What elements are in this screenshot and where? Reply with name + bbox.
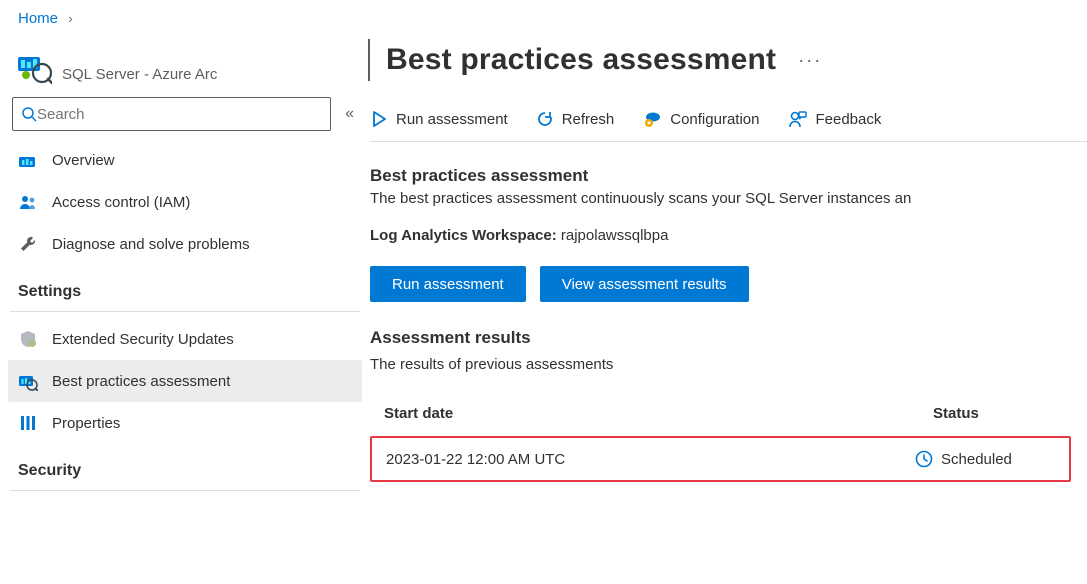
people-icon <box>18 192 38 212</box>
clock-icon <box>915 450 933 468</box>
nav-properties[interactable]: Properties <box>8 402 362 444</box>
page-title: Best practices assessment <box>386 43 776 77</box>
nav-label: Extended Security Updates <box>52 331 234 348</box>
toolbar-feedback[interactable]: Feedback <box>787 109 881 129</box>
breadcrumb-home[interactable]: Home <box>18 10 58 27</box>
toolbar-label: Feedback <box>815 111 881 128</box>
play-icon <box>370 110 388 128</box>
cell-start-date: 2023-01-22 12:00 AM UTC <box>386 451 915 468</box>
sidebar-search[interactable] <box>12 97 331 131</box>
breadcrumb: Home › <box>0 0 1087 31</box>
nav-label: Access control (IAM) <box>52 194 190 211</box>
law-value: rajpolawssqlbpa <box>561 227 669 244</box>
column-status: Status <box>933 405 1073 422</box>
results-description: The results of previous assessments <box>370 356 1087 373</box>
nav-diagnose[interactable]: Diagnose and solve problems <box>8 223 362 265</box>
resource-subtitle: SQL Server - Azure Arc <box>62 66 217 85</box>
properties-icon <box>18 413 38 433</box>
toolbar-label: Configuration <box>670 111 759 128</box>
assessment-icon <box>18 371 38 391</box>
main-panel: Best practices assessment ··· Run assess… <box>370 31 1087 584</box>
nav-access-control[interactable]: Access control (IAM) <box>8 181 362 223</box>
wrench-icon <box>18 234 38 254</box>
results-heading: Assessment results <box>370 328 1087 348</box>
search-input[interactable] <box>37 106 322 123</box>
column-start-date: Start date <box>384 405 933 422</box>
toolbar-run-assessment[interactable]: Run assessment <box>370 110 508 128</box>
sql-server-arc-icon <box>16 49 52 85</box>
section-security: Security <box>8 444 362 486</box>
nav-label: Best practices assessment <box>52 373 230 390</box>
nav-best-practices-assessment[interactable]: Best practices assessment <box>8 360 362 402</box>
toolbar-label: Run assessment <box>396 111 508 128</box>
refresh-icon <box>536 110 554 128</box>
nav-label: Overview <box>52 152 115 169</box>
search-icon <box>21 106 37 122</box>
nav-label: Properties <box>52 415 120 432</box>
chevron-right-icon: › <box>68 11 72 26</box>
resource-header: SQL Server - Azure Arc <box>8 41 362 97</box>
more-actions-button[interactable]: ··· <box>798 50 822 71</box>
log-analytics-workspace: Log Analytics Workspace: rajpolawssqlbpa <box>370 227 1087 244</box>
section-settings: Settings <box>8 265 362 307</box>
gear-cloud-icon <box>642 109 662 129</box>
results-table-header: Start date Status <box>370 399 1087 436</box>
collapse-sidebar-button[interactable]: « <box>341 101 358 127</box>
command-bar: Run assessment Refresh Configuration Fee… <box>370 87 1087 142</box>
results-table-row[interactable]: 2023-01-22 12:00 AM UTC Scheduled <box>370 436 1071 482</box>
nav-extended-security-updates[interactable]: Extended Security Updates <box>8 318 362 360</box>
feedback-icon <box>787 109 807 129</box>
toolbar-configuration[interactable]: Configuration <box>642 109 759 129</box>
toolbar-refresh[interactable]: Refresh <box>536 110 615 128</box>
overview-icon <box>18 150 38 170</box>
title-divider <box>368 39 370 81</box>
law-label: Log Analytics Workspace: <box>370 227 557 244</box>
view-results-button[interactable]: View assessment results <box>540 266 749 302</box>
cell-status: Scheduled <box>941 451 1012 468</box>
run-assessment-button[interactable]: Run assessment <box>370 266 526 302</box>
section-heading: Best practices assessment <box>370 166 1087 186</box>
toolbar-label: Refresh <box>562 111 615 128</box>
shield-icon <box>18 329 38 349</box>
sidebar: SQL Server - Azure Arc « Overview Access <box>0 31 370 584</box>
nav-overview[interactable]: Overview <box>8 139 362 181</box>
section-description: The best practices assessment continuous… <box>370 190 1087 207</box>
nav-label: Diagnose and solve problems <box>52 236 250 253</box>
